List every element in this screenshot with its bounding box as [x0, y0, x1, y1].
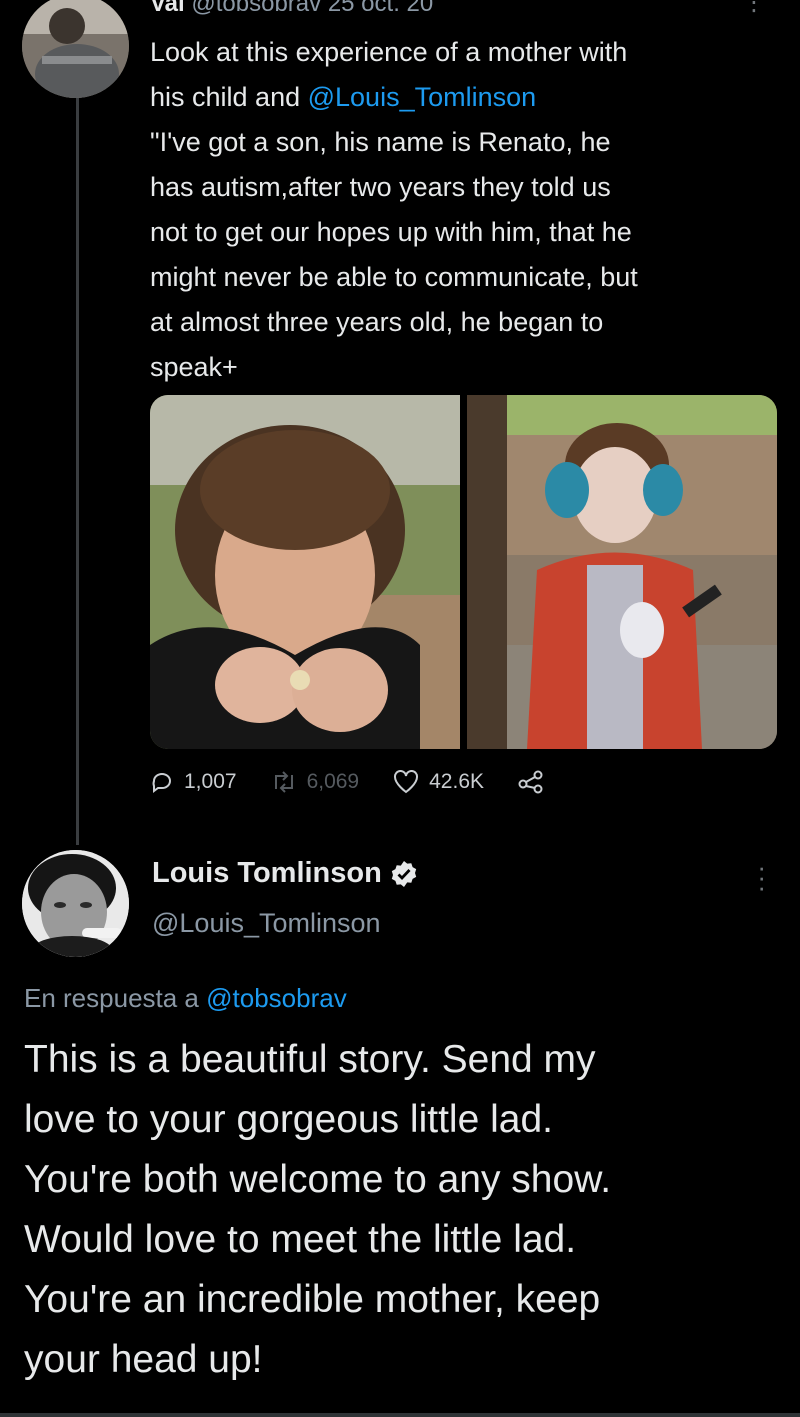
more-icon[interactable]: · · · — [757, 854, 766, 900]
reply-tweet-text: This is a beautiful story. Send my love … — [24, 1030, 784, 1390]
tweet-line: has autism,after two years they told us — [150, 172, 611, 202]
tweet-line: his child and @Louis_Tomlinson — [150, 82, 537, 112]
original-tweet-meta: Val @tobsobrav 25 oct. 20 — [150, 0, 433, 18]
reply-count: 1,007 — [184, 770, 237, 793]
reply-line: This is a beautiful story. Send my — [24, 1038, 596, 1081]
retweet-count: 6,069 — [306, 770, 360, 793]
reply-author-avatar[interactable] — [22, 850, 129, 957]
tweet-line: not to get our hopes up with him, that h… — [150, 217, 632, 247]
share-button[interactable] — [518, 770, 544, 794]
like-count: 42.6K — [429, 770, 485, 793]
reply-line: You're both welcome to any show. — [24, 1158, 612, 1201]
reply-author-block: Louis Tomlinson @Louis_Tomlinson — [152, 857, 418, 939]
original-tweet-text: Look at this experience of a mother with… — [150, 30, 780, 390]
tweet-line: at almost three years old, he began to — [150, 307, 604, 337]
reply-line: love to your gorgeous little lad. — [24, 1098, 553, 1141]
reply-button[interactable]: 1,007 — [150, 770, 237, 794]
photo-child-headphones[interactable] — [466, 395, 777, 749]
tweet-line: might never be able to communicate, but — [150, 262, 638, 292]
reply-line: You're an incredible mother, keep — [24, 1278, 601, 1321]
reply-author-handle: @Louis_Tomlinson — [152, 908, 381, 938]
reply-context-mention[interactable]: @tobsobrav — [206, 983, 347, 1013]
tweet-media[interactable] — [150, 395, 777, 749]
reply-line: your head up! — [24, 1338, 263, 1381]
reply-context: En respuesta a @tobsobrav — [24, 983, 347, 1014]
original-author-name[interactable]: Val — [150, 0, 185, 17]
tweet-line: Look at this experience of a mother with — [150, 37, 628, 67]
tweet-line: "I've got a son, his name is Renato, he — [150, 127, 611, 157]
like-button[interactable]: 42.6K — [393, 770, 484, 794]
photo-child-eating[interactable] — [150, 395, 461, 749]
original-author-handle: @tobsobrav — [191, 0, 322, 17]
verified-badge-icon — [391, 860, 417, 887]
retweet-icon — [274, 771, 293, 793]
retweet-button[interactable]: 6,069 — [271, 770, 360, 794]
like-icon — [394, 770, 419, 794]
original-tweet-date[interactable]: 25 oct. 20 — [328, 0, 433, 17]
more-icon[interactable]: ⋮ — [742, 0, 766, 17]
reply-author-name[interactable]: Louis Tomlinson — [152, 857, 382, 890]
thread-connector-line — [76, 95, 79, 845]
divider — [0, 1413, 800, 1417]
reply-line: Would love to meet the little lad. — [24, 1218, 577, 1261]
tweet-line: speak+ — [150, 352, 238, 382]
reply-icon — [152, 773, 171, 793]
original-author-avatar[interactable] — [22, 0, 129, 98]
share-icon — [518, 770, 543, 794]
original-tweet-actions: 1,007 6,069 42.6K — [150, 770, 578, 794]
reply-context-label: En respuesta a — [24, 983, 207, 1013]
mention-link[interactable]: @Louis_Tomlinson — [308, 82, 537, 112]
